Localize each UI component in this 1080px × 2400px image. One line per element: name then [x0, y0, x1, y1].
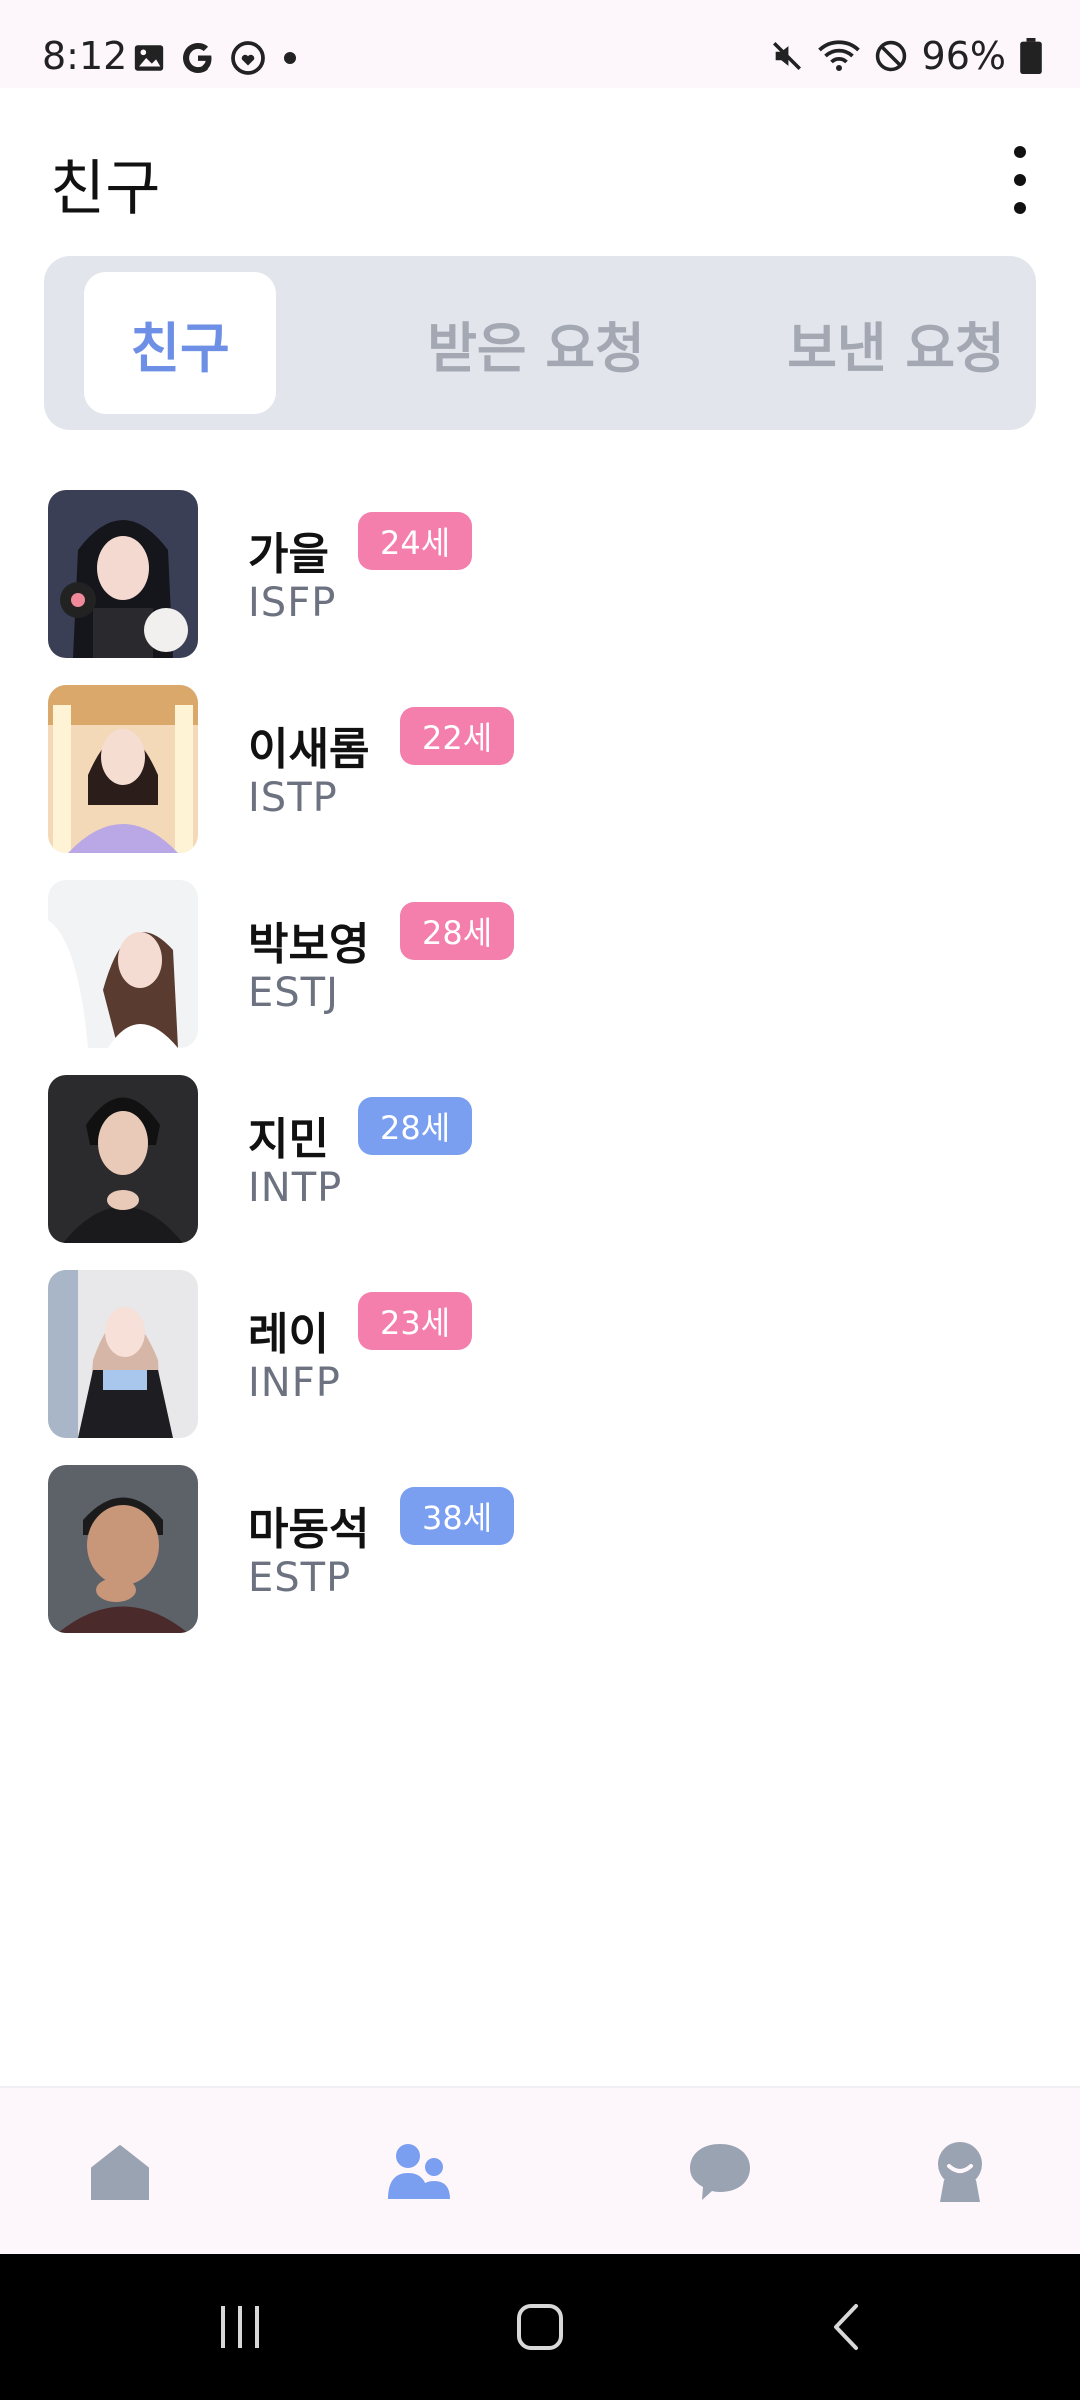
more-options-button[interactable] — [1000, 140, 1040, 220]
page-title: 친구 — [50, 154, 161, 224]
more-notifications-icon — [284, 52, 296, 64]
home-circle-icon — [517, 2304, 563, 2350]
profile-icon — [938, 2142, 982, 2202]
bottom-nav — [0, 2086, 1080, 2256]
more-dot — [1014, 202, 1026, 214]
friend-list: 가을 24세 ISFP 이새롬 22세 ISTP 박보영 28세 ESTJ 지민… — [0, 488, 1080, 1658]
nav-chat[interactable] — [620, 2088, 820, 2256]
app-bar: 친구 — [0, 88, 1080, 258]
recent-apps-button[interactable] — [160, 2254, 320, 2400]
gallery-icon — [134, 45, 164, 71]
battery-percent: 96% — [921, 34, 1006, 78]
age-badge: 28세 — [358, 1097, 473, 1155]
friend-item[interactable]: 마동석 38세 ESTP — [0, 1463, 1080, 1658]
friend-name: 레이 — [248, 1309, 329, 1360]
nav-home[interactable] — [20, 2088, 220, 2256]
mbti-label: ISTP — [248, 775, 338, 821]
friend-name: 박보영 — [248, 919, 370, 970]
age-badge: 24세 — [358, 512, 473, 570]
wifi-icon — [817, 40, 860, 71]
home-icon — [91, 2145, 149, 2200]
mbti-label: ESTP — [248, 1555, 352, 1601]
tab-sent-requests[interactable]: 보낸 요청 — [736, 272, 1056, 414]
friend-name: 마동석 — [248, 1504, 370, 1555]
system-nav-bar — [0, 2254, 1080, 2400]
avatar — [48, 880, 198, 1048]
mbti-label: INTP — [248, 1165, 343, 1211]
tab-friends[interactable]: 친구 — [84, 272, 276, 414]
nav-friends[interactable] — [320, 2088, 520, 2256]
friend-name: 이새롬 — [248, 724, 370, 775]
google-icon — [183, 43, 212, 73]
friend-item[interactable]: 레이 23세 INFP — [0, 1268, 1080, 1463]
more-dot — [1014, 146, 1026, 158]
status-bar: 8:12 96% — [0, 0, 1080, 88]
battery-icon — [1020, 38, 1042, 74]
recent-apps-icon — [221, 2306, 259, 2348]
back-icon — [834, 2304, 858, 2350]
chat-icon — [690, 2144, 750, 2200]
more-dot — [1014, 174, 1026, 186]
do-not-disturb-icon — [875, 40, 906, 72]
avatar — [48, 1465, 198, 1633]
back-button[interactable] — [765, 2254, 925, 2400]
age-badge: 22세 — [400, 707, 515, 765]
avatar — [48, 685, 198, 853]
tab-received-requests[interactable]: 받은 요청 — [376, 272, 696, 414]
friend-name: 지민 — [248, 1114, 329, 1165]
friend-item[interactable]: 이새롬 22세 ISTP — [0, 683, 1080, 878]
tab-bar: 친구 받은 요청 보낸 요청 — [44, 256, 1036, 430]
avatar — [48, 490, 198, 658]
friends-icon — [388, 2144, 450, 2199]
age-badge: 23세 — [358, 1292, 473, 1350]
avatar — [48, 1075, 198, 1243]
friend-item[interactable]: 박보영 28세 ESTJ — [0, 878, 1080, 1073]
age-badge: 28세 — [400, 902, 515, 960]
mbti-label: ISFP — [248, 580, 337, 626]
friend-item[interactable]: 가을 24세 ISFP — [0, 488, 1080, 683]
nav-profile[interactable] — [860, 2088, 1060, 2256]
avatar — [48, 1270, 198, 1438]
home-button[interactable] — [460, 2254, 620, 2400]
mute-icon — [772, 41, 801, 71]
notification-icons — [132, 40, 300, 76]
mbti-label: ESTJ — [248, 970, 339, 1016]
age-badge: 38세 — [400, 1487, 515, 1545]
heart-app-icon — [231, 41, 265, 75]
mbti-label: INFP — [248, 1360, 341, 1406]
friend-name: 가을 — [248, 529, 329, 580]
friend-item[interactable]: 지민 28세 INTP — [0, 1073, 1080, 1268]
status-time: 8:12 — [42, 34, 128, 78]
